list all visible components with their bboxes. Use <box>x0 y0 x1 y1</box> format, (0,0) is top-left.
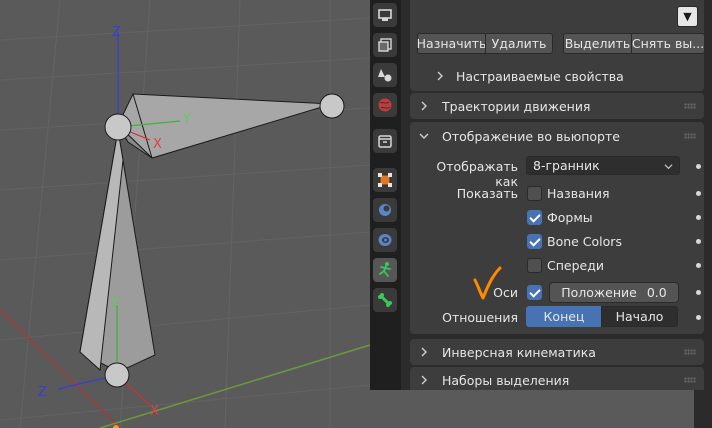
bone-lower-z-label: Z <box>38 385 47 400</box>
drag-handle-icon[interactable] <box>684 103 696 109</box>
tab-physics[interactable] <box>373 228 397 252</box>
viewport-display-label: Отображение во вьюпорте <box>442 128 620 144</box>
display-as-value: 8-гранник <box>533 158 600 173</box>
tab-scene[interactable] <box>373 63 397 87</box>
keyframe-dot[interactable] <box>696 191 701 196</box>
svg-text:Z: Z <box>112 25 121 40</box>
names-checkbox[interactable] <box>527 186 542 201</box>
relations-tail-label: Конец <box>543 309 585 324</box>
deselect-button[interactable]: Снять вы... <box>631 33 705 54</box>
chevron-right-icon <box>437 71 443 81</box>
shapes-checkbox-label: Формы <box>547 210 593 225</box>
keyframe-dot[interactable] <box>696 290 701 295</box>
tab-modifiers[interactable] <box>373 198 397 222</box>
viewport-display-panel: Отображение во вьюпорте Отображать как 8… <box>410 122 704 334</box>
chevron-right-icon <box>421 347 427 357</box>
deselect-button-label: Снять вы... <box>631 36 705 51</box>
selection-sets-header[interactable]: Наборы выделения <box>410 367 704 390</box>
axes-position-label: Положение <box>561 285 637 300</box>
custom-properties-label: Настраиваемые свойства <box>456 68 624 84</box>
keyframe-dot[interactable] <box>696 239 701 244</box>
select-button[interactable]: Выделить <box>563 33 632 54</box>
remove-button[interactable]: Удалить <box>485 33 553 54</box>
collection-icon <box>378 135 392 148</box>
drag-handle-icon[interactable] <box>684 377 696 383</box>
bone-colors-checkbox-label: Bone Colors <box>547 234 622 249</box>
shapes-checkbox[interactable] <box>527 210 542 225</box>
axes-checkbox[interactable] <box>527 285 542 300</box>
bone-lower-y-label: Y <box>110 296 119 311</box>
chevron-right-icon <box>421 375 427 385</box>
bone-groups-dropdown-button[interactable]: ▼ <box>677 6 698 27</box>
custom-properties-subpanel[interactable]: Настраиваемые свойства <box>410 64 704 88</box>
modifier-icon <box>379 204 391 216</box>
inverse-kinematics-header[interactable]: Инверсная кинематика <box>410 339 704 365</box>
axes-position-value: 0.0 <box>646 285 667 300</box>
in-front-checkbox[interactable] <box>527 258 542 273</box>
joint-root[interactable] <box>104 113 132 141</box>
assign-button[interactable]: Назначить <box>417 33 486 54</box>
tab-object[interactable] <box>373 168 397 192</box>
tab-view-layer[interactable] <box>373 33 397 57</box>
tab-world[interactable] <box>373 93 397 117</box>
relations-head-option[interactable]: Начало <box>601 306 678 327</box>
corner-widget[interactable] <box>694 390 712 428</box>
in-front-checkbox-label: Спереди <box>547 258 604 273</box>
drag-handle-icon[interactable] <box>684 349 696 355</box>
keyframe-dot[interactable] <box>696 164 701 169</box>
display-as-label: Отображать как <box>436 159 518 189</box>
scene-icon <box>378 69 392 82</box>
relations-tail-option[interactable]: Конец <box>526 306 602 327</box>
armature-data-icon <box>379 262 391 277</box>
motion-paths-label: Траектории движения <box>442 98 591 114</box>
chevron-down-icon: ▼ <box>683 10 692 23</box>
properties-tab-strip <box>370 0 401 390</box>
keyframe-dot[interactable] <box>696 263 701 268</box>
annotation-checkmark <box>473 266 502 300</box>
drag-handle-icon[interactable] <box>684 133 696 139</box>
tab-output[interactable] <box>373 3 397 27</box>
object-icon <box>378 173 392 187</box>
show-label: Показать <box>456 186 518 201</box>
world-icon <box>378 98 392 112</box>
bone-upper-x-label: X <box>153 137 162 152</box>
tab-armature-data[interactable] <box>373 258 397 282</box>
bone-icon <box>378 293 392 307</box>
inverse-kinematics-label: Инверсная кинематика <box>442 344 596 360</box>
chevron-down-icon <box>419 133 429 139</box>
display-as-dropdown[interactable]: 8-гранник <box>526 156 680 175</box>
motion-paths-header[interactable]: Траектории движения <box>410 93 704 119</box>
selection-sets-label: Наборы выделения <box>442 372 570 388</box>
bone-lower-x-label: X <box>150 404 159 419</box>
bone-upper-y-label: Y <box>182 112 191 127</box>
viewport-display-header[interactable]: Отображение во вьюпорте <box>410 123 704 149</box>
tab-bone[interactable] <box>373 288 397 312</box>
keyframe-dot[interactable] <box>696 215 701 220</box>
bone-colors-checkbox[interactable] <box>527 234 542 249</box>
select-button-label: Выделить <box>564 36 631 51</box>
remove-button-label: Удалить <box>491 36 547 51</box>
joint-lower-tip[interactable] <box>104 362 130 388</box>
joint-upper-tip[interactable] <box>319 93 345 119</box>
assign-button-label: Назначить <box>416 36 487 51</box>
view-layer-icon <box>378 38 392 52</box>
physics-icon <box>378 234 392 246</box>
properties-panel[interactable]: ▼ Назначить Удалить Выделить Снять вы...… <box>401 0 712 390</box>
panel-bottom-edge <box>370 390 712 428</box>
names-checkbox-label: Названия <box>547 186 610 201</box>
bone-groups-box: ▼ Назначить Удалить Выделить Снять вы...… <box>410 0 705 91</box>
axes-position-field[interactable]: Положение 0.0 <box>549 282 679 303</box>
relations-head-label: Начало <box>615 309 664 324</box>
keyframe-dot[interactable] <box>696 315 701 320</box>
tab-collection[interactable] <box>373 129 397 153</box>
output-icon <box>378 9 392 21</box>
relations-label: Отношения <box>442 310 518 325</box>
chevron-right-icon <box>421 101 427 111</box>
chevron-down-icon <box>664 164 673 170</box>
